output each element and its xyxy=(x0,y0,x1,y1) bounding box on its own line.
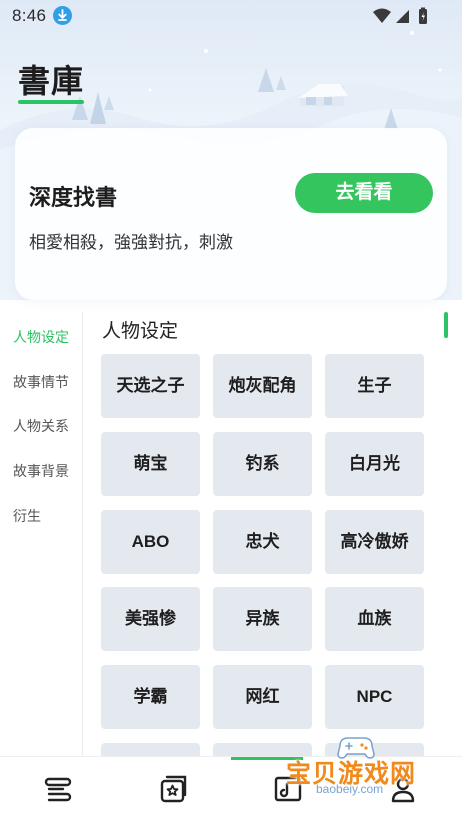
tag-item[interactable]: 钓系 xyxy=(213,432,312,496)
go-see-button[interactable]: 去看看 xyxy=(295,173,433,213)
watermark-url: baobeiy.com xyxy=(316,782,384,796)
tag-item[interactable]: 生子 xyxy=(325,354,424,418)
tag-item[interactable]: 血族 xyxy=(325,587,424,651)
tag-item[interactable]: 炮灰配角 xyxy=(213,354,312,418)
sidebar-item-relationships[interactable]: 人物关系 xyxy=(13,416,69,436)
sidebar-item-derivative[interactable]: 衍生 xyxy=(13,506,41,526)
status-time: 8:46 xyxy=(12,6,47,25)
title-underline xyxy=(18,100,84,104)
tag-item[interactable]: ABO xyxy=(101,510,200,574)
tag-item[interactable]: 网红 xyxy=(213,665,312,729)
category-sidebar: 人物设定 故事情节 人物关系 故事背景 衍生 xyxy=(0,312,83,757)
sidebar-item-plot[interactable]: 故事情节 xyxy=(13,372,69,392)
promo-title: 深度找書 xyxy=(29,185,118,210)
status-icons xyxy=(373,7,427,24)
watermark: 宝贝游戏网 baobeiy.com xyxy=(282,734,432,800)
tag-item[interactable]: NPC xyxy=(325,665,424,729)
discover-icon[interactable] xyxy=(158,774,188,804)
screen: 8:46 書庫 深度找書 相愛相殺，強強對抗，刺激 去看看 人物设定 故事情节 … xyxy=(0,0,462,821)
tag-item[interactable]: 异族 xyxy=(213,587,312,651)
status-bar: 8:46 xyxy=(0,0,462,32)
battery-icon xyxy=(419,7,427,24)
tag-item[interactable]: 美强惨 xyxy=(101,587,200,651)
signal-icon xyxy=(396,10,409,23)
page-title: 書庫 xyxy=(18,63,85,99)
tag-item[interactable]: 学霸 xyxy=(101,665,200,729)
scroll-indicator xyxy=(444,312,448,338)
bookshelf-icon[interactable] xyxy=(43,774,73,804)
tag-grid: 天选之子 炮灰配角 生子 萌宝 钓系 白月光 ABO 忠犬 高冷傲娇 美强惨 异… xyxy=(101,354,424,756)
download-icon xyxy=(53,6,72,25)
tag-item[interactable]: 天选之子 xyxy=(101,354,200,418)
tag-item-partial[interactable] xyxy=(101,743,200,756)
tag-item[interactable]: 高冷傲娇 xyxy=(325,510,424,574)
section-title: 人物设定 xyxy=(102,321,179,342)
tag-item[interactable]: 萌宝 xyxy=(101,432,200,496)
sidebar-item-background[interactable]: 故事背景 xyxy=(13,461,69,481)
tag-item[interactable]: 忠犬 xyxy=(213,510,312,574)
promo-subtitle: 相愛相殺，強強對抗，刺激 xyxy=(29,233,233,252)
sidebar-item-character-settings[interactable]: 人物设定 xyxy=(13,327,69,347)
promo-card[interactable]: 深度找書 相愛相殺，強強對抗，刺激 去看看 xyxy=(15,128,447,300)
tag-item[interactable]: 白月光 xyxy=(325,432,424,496)
wifi-icon xyxy=(373,8,391,23)
